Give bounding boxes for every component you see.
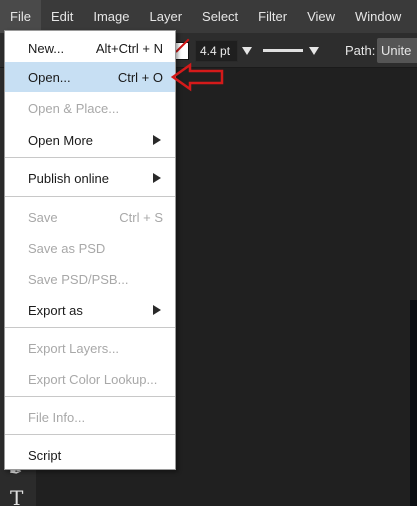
menu-item-export-color-lookup: Export Color Lookup...: [5, 364, 175, 394]
line-style-preview[interactable]: [263, 49, 303, 52]
menu-item-label: Open...: [28, 69, 71, 85]
shortcut-text: Ctrl + S: [119, 209, 163, 225]
menu-divider: [5, 327, 175, 328]
menu-divider: [5, 434, 175, 435]
menu-item-open-more[interactable]: Open More: [5, 125, 175, 155]
menu-item-publish-online[interactable]: Publish online: [5, 163, 175, 193]
submenu-arrow-icon: [153, 173, 161, 183]
path-mode-select[interactable]: Unite: [377, 38, 417, 63]
path-label: Path:: [345, 43, 376, 58]
file-menu-dropdown: New... Alt+Ctrl + N Open... Ctrl + O Ope…: [4, 30, 176, 470]
menu-item-export-layers: Export Layers...: [5, 333, 175, 363]
menu-item-save-psd-psb: Save PSD/PSB...: [5, 264, 175, 294]
menu-item-label: File Info...: [28, 409, 86, 425]
menu-item-script[interactable]: Script: [5, 440, 175, 470]
submenu-arrow-icon: [153, 305, 161, 315]
stroke-size-dropdown-icon[interactable]: [242, 47, 252, 55]
menu-item-label: New...: [28, 40, 65, 56]
stroke-color-swatch[interactable]: [175, 42, 189, 60]
menu-edit[interactable]: Edit: [41, 0, 83, 33]
menu-divider: [5, 396, 175, 397]
menu-item-open[interactable]: Open... Ctrl + O: [5, 62, 175, 92]
menu-divider: [5, 157, 175, 158]
menu-filter[interactable]: Filter: [248, 0, 297, 33]
stroke-size-field[interactable]: 4.4 pt: [195, 40, 238, 62]
submenu-arrow-icon: [153, 135, 161, 145]
menu-window[interactable]: Window: [345, 0, 411, 33]
menu-item-new[interactable]: New... Alt+Ctrl + N: [5, 33, 175, 63]
menu-image[interactable]: Image: [83, 0, 139, 33]
menu-item-label: Export Layers...: [28, 340, 120, 356]
menu-view[interactable]: View: [297, 0, 345, 33]
text-tool-icon[interactable]: T: [10, 486, 23, 506]
menu-item-open-place: Open & Place...: [5, 93, 175, 123]
menu-select[interactable]: Select: [192, 0, 248, 33]
menu-item-label: Open More: [28, 132, 94, 148]
menu-item-file-info: File Info...: [5, 402, 175, 432]
canvas-area: [410, 300, 417, 506]
menu-item-label: Open & Place...: [28, 100, 120, 116]
menu-file[interactable]: File: [0, 0, 41, 33]
menu-bar: File Edit Image Layer Select Filter View…: [0, 0, 417, 33]
menu-item-export-as[interactable]: Export as: [5, 295, 175, 325]
menu-item-label: Save: [28, 209, 58, 225]
menu-item-label: Publish online: [28, 170, 109, 186]
menu-item-label: Save PSD/PSB...: [28, 271, 129, 287]
shortcut-text: Ctrl + O: [117, 69, 163, 85]
menu-item-label: Export as: [28, 302, 83, 318]
menu-layer[interactable]: Layer: [140, 0, 193, 33]
menu-item-label: Export Color Lookup...: [28, 371, 158, 387]
shortcut-text: Alt+Ctrl + N: [95, 40, 163, 56]
line-style-dropdown-icon[interactable]: [309, 47, 319, 55]
annotation-arrow-icon: [170, 62, 224, 92]
menu-item-save-as-psd: Save as PSD: [5, 233, 175, 263]
menu-item-save: Save Ctrl + S: [5, 202, 175, 232]
menu-divider: [5, 196, 175, 197]
menu-item-label: Save as PSD: [28, 240, 106, 256]
menu-item-label: Script: [28, 447, 62, 463]
